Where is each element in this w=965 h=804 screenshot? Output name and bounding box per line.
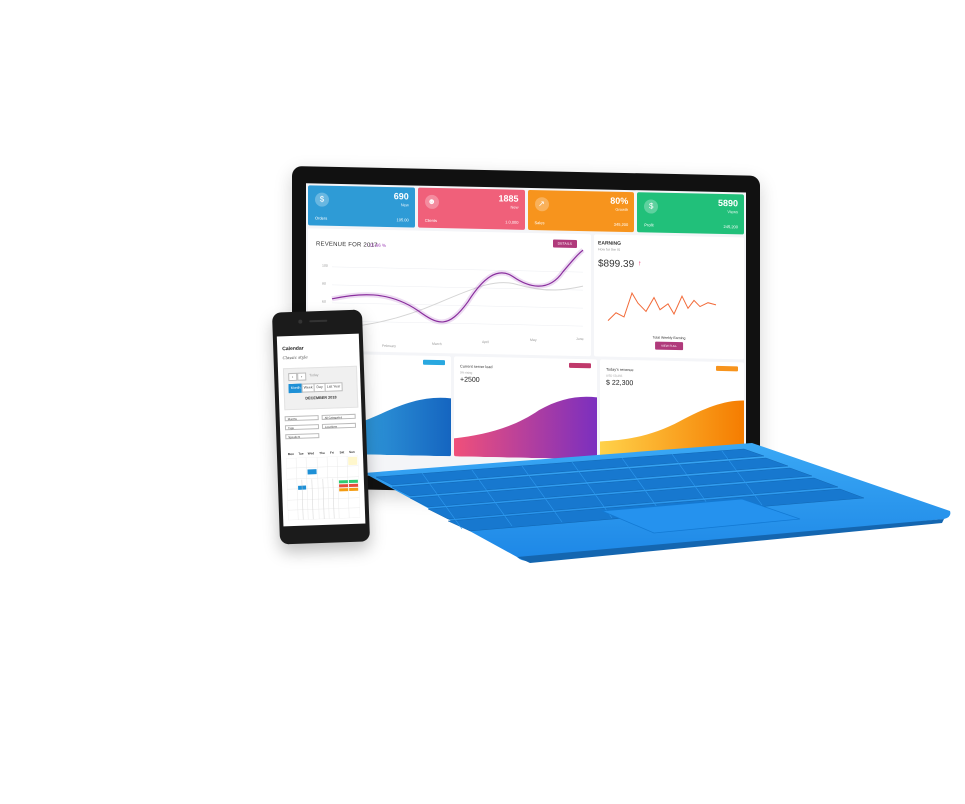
speaker-icon bbox=[309, 319, 328, 323]
card-title: Current server load bbox=[460, 364, 493, 370]
user-icon: ☻ bbox=[424, 194, 439, 210]
day-header: Tue bbox=[298, 451, 304, 456]
stat-sub: New bbox=[400, 202, 409, 208]
card-badge[interactable] bbox=[716, 365, 738, 372]
stat-value: 5890 bbox=[717, 197, 738, 209]
next-icon[interactable]: › bbox=[297, 372, 307, 381]
card-subtitle: 5% rising bbox=[460, 370, 473, 375]
earning-footer: Total Weekly Earning bbox=[652, 335, 686, 341]
stat-label2: 245,200 bbox=[723, 224, 738, 230]
today-button[interactable]: Today bbox=[309, 373, 318, 377]
card-title: Today's revenue bbox=[606, 367, 634, 373]
day-header: Thu bbox=[319, 450, 325, 456]
calendar-toolbar: ‹ › Today Month Week Day List Year DECEM… bbox=[282, 365, 359, 411]
stat-value: 690 bbox=[393, 191, 409, 202]
stat-value: 1885 bbox=[498, 193, 519, 204]
tab-list-year[interactable]: List Year bbox=[324, 382, 343, 392]
earning-card: EARNING How for the IS $899.39 ↑ Total W… bbox=[594, 234, 744, 360]
calendar-title: Calendar bbox=[282, 345, 304, 353]
earning-sparkline bbox=[607, 291, 717, 321]
dashboard-screen: $ 690 New Orders 105.00 ☻ 1885 New Clien… bbox=[306, 183, 746, 484]
stat-value: 80% bbox=[610, 195, 629, 207]
months-select[interactable]: Months bbox=[284, 415, 319, 422]
calendar-cells bbox=[286, 455, 361, 521]
tags-select[interactable]: Tags bbox=[284, 424, 320, 431]
stat-card-profit[interactable]: $ 5890 Views Profit 245,200 bbox=[637, 192, 744, 235]
stat-label: Orders bbox=[315, 215, 328, 221]
calendar-grid: Mon Tue Wed Thu Fri Sat Sun bbox=[286, 449, 361, 521]
day-header: Fri bbox=[329, 450, 334, 455]
earning-title: EARNING bbox=[598, 240, 622, 247]
card-subtitle: USD 50,255 bbox=[606, 373, 623, 378]
day-header: Mon bbox=[287, 451, 295, 457]
card-value: +2500 bbox=[460, 376, 480, 384]
card-badge[interactable] bbox=[423, 359, 445, 366]
stat-label2: 1.0,000 bbox=[505, 219, 519, 225]
speakers-select[interactable]: Speakers bbox=[285, 433, 320, 440]
stat-card-orders[interactable]: $ 690 New Orders 105.00 bbox=[308, 185, 415, 228]
day-header: Sun bbox=[348, 449, 355, 455]
current-month: DECEMBER 2018 bbox=[305, 395, 337, 401]
earning-subtitle: How for the IS bbox=[598, 247, 621, 252]
up-arrow-icon: ↑ bbox=[638, 260, 642, 268]
phone-device: Calendar Classic style ‹ › Today Month W… bbox=[271, 309, 371, 545]
stat-card-sales[interactable]: ↗ 80% Growth Sales 345,200 bbox=[527, 189, 635, 233]
stat-card-clients[interactable]: ☻ 1885 New Clients 1.0,000 bbox=[417, 187, 525, 230]
locations-select[interactable]: Locations bbox=[321, 422, 357, 429]
stat-label2: 105.00 bbox=[396, 217, 409, 223]
categories-select[interactable]: All Categories bbox=[321, 413, 356, 420]
type-cover-keyboard bbox=[364, 443, 951, 563]
stat-label2: 345,200 bbox=[613, 221, 629, 228]
dollar-icon: $ bbox=[644, 199, 659, 214]
stat-sub: Views bbox=[727, 209, 738, 215]
stat-label: Profit bbox=[644, 222, 654, 228]
prev-icon[interactable]: ‹ bbox=[288, 372, 298, 382]
day-header: Wed bbox=[307, 451, 315, 456]
day-header: Sat bbox=[339, 450, 345, 455]
camera-icon bbox=[298, 319, 303, 324]
dollar-icon: $ bbox=[315, 192, 329, 207]
calendar-style-label: Classic style bbox=[282, 354, 308, 361]
trend-icon: ↗ bbox=[534, 197, 549, 212]
view-full-button[interactable]: VIEW FULL bbox=[655, 341, 683, 351]
earning-value: $899.39 bbox=[598, 258, 635, 271]
stats-row: $ 690 New Orders 105.00 ☻ 1885 New Clien… bbox=[308, 185, 744, 235]
card-badge[interactable] bbox=[569, 362, 591, 369]
stat-label: Sales bbox=[534, 220, 545, 226]
calendar-screen: Calendar Classic style ‹ › Today Month W… bbox=[276, 333, 366, 527]
stat-sub: New bbox=[510, 204, 519, 210]
stat-sub: Growth bbox=[615, 206, 629, 213]
card-value: $ 22,300 bbox=[606, 379, 634, 388]
stat-label: Clients bbox=[424, 217, 437, 224]
